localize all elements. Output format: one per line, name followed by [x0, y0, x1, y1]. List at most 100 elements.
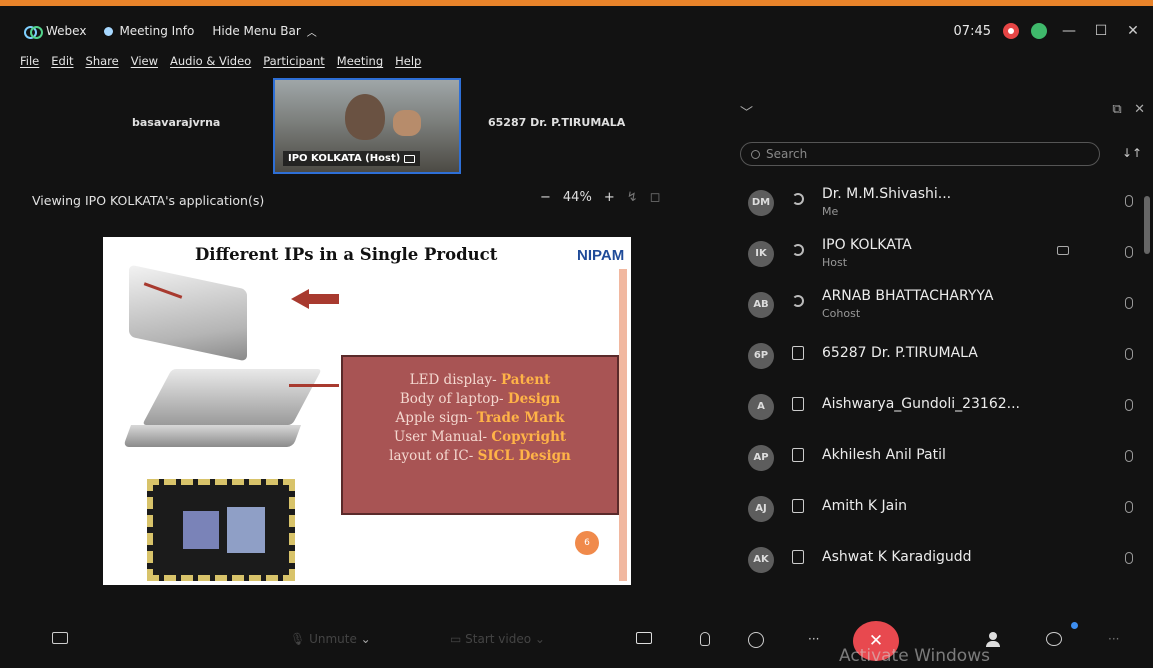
video-tile-host[interactable]: IPO KOLKATA (Host)	[273, 78, 461, 174]
mic-muted-icon[interactable]	[1125, 450, 1133, 462]
participant-row[interactable]: A Aishwarya_Gundoli_23162...	[730, 380, 1145, 431]
sort-icon[interactable]: ↓↑	[1122, 146, 1142, 160]
hide-menu-bar-button[interactable]: Hide Menu Bar ︿	[212, 24, 316, 39]
recording-icon[interactable]	[1003, 23, 1019, 39]
menu-bar: File Edit Share View Audio & Video Parti…	[0, 54, 421, 76]
slide-title: Different IPs in a Single Product	[195, 245, 498, 264]
minimize-icon[interactable]: —	[1059, 23, 1079, 39]
close-icon[interactable]: ✕	[1123, 23, 1143, 39]
menu-audio-video[interactable]: Audio & Video	[170, 54, 251, 76]
mic-muted-icon[interactable]	[1125, 348, 1133, 360]
shared-slide: Different IPs in a Single Product NIPAM …	[103, 237, 631, 585]
avatar: AK	[748, 547, 774, 573]
participant-search-input[interactable]: Search	[740, 142, 1100, 166]
more-panels-icon[interactable]: ···	[1108, 632, 1119, 646]
participants-panel: ﹀ ⧉ ✕ Search ↓↑ DM Dr. M.M.Shivashi... M…	[730, 86, 1153, 606]
ip-line: layout of IC- SICL Design	[389, 448, 571, 464]
webex-logo-icon	[24, 26, 43, 39]
ip-types-box: LED display- Patent Body of laptop- Desi…	[341, 355, 619, 515]
pop-out-icon[interactable]: ◻	[650, 190, 661, 205]
closed-captions-icon[interactable]	[52, 632, 68, 644]
participant-row[interactable]: AB ARNAB BHATTACHARYYA Cohost	[730, 278, 1145, 329]
video-tile-basavarajvrna[interactable]: basavarajvrna	[132, 116, 220, 129]
more-options-icon[interactable]: ···	[808, 632, 819, 646]
mic-muted-icon[interactable]	[1125, 552, 1133, 564]
participant-role: Me	[822, 205, 839, 218]
tile-name: IPO KOLKATA (Host)	[288, 153, 401, 164]
participant-name: ARNAB BHATTACHARYYA	[822, 288, 994, 304]
participant-row[interactable]: DM Dr. M.M.Shivashi... Me	[730, 176, 1145, 227]
viewing-label: Viewing IPO KOLKATA's application(s)	[32, 193, 265, 208]
participant-name: 65287 Dr. P.TIRUMALA	[822, 345, 978, 361]
menu-meeting[interactable]: Meeting	[337, 54, 383, 76]
close-panel-icon[interactable]: ✕	[1134, 102, 1145, 117]
participant-name: Ashwat K Karadigudd	[822, 549, 972, 565]
panel-scrollbar[interactable]	[1144, 196, 1150, 254]
network-status-icon[interactable]	[1031, 23, 1047, 39]
raise-hand-icon[interactable]	[700, 632, 710, 646]
host-name-tag: IPO KOLKATA (Host)	[283, 151, 421, 166]
chat-notification-dot	[1071, 622, 1078, 629]
pop-out-panel-icon[interactable]: ⧉	[1112, 102, 1121, 117]
zoom-out-button[interactable]: −	[540, 190, 551, 205]
slide-page-number: 6	[575, 531, 599, 555]
menu-participant[interactable]: Participant	[263, 54, 325, 76]
sync-icon	[792, 244, 804, 256]
meeting-info-button[interactable]: Meeting Info	[104, 24, 194, 38]
video-strip: basavarajvrna IPO KOLKATA (Host) 65287 D…	[0, 78, 730, 178]
webex-app-menu[interactable]: Webex	[24, 24, 86, 39]
participant-role: Host	[822, 256, 848, 269]
mic-muted-icon[interactable]	[1125, 195, 1133, 207]
arrow-icon	[291, 289, 339, 309]
device-icon	[792, 346, 804, 360]
menu-view[interactable]: View	[131, 54, 158, 76]
maximize-icon[interactable]: ☐	[1091, 23, 1111, 39]
ip-line: LED display- Patent	[409, 372, 551, 388]
participant-video-face	[345, 94, 385, 140]
participant-name: IPO KOLKATA	[822, 237, 912, 253]
menu-file[interactable]: File	[20, 54, 39, 76]
annotate-icon[interactable]: ↯	[627, 190, 638, 205]
search-placeholder: Search	[766, 147, 808, 161]
video-tile-tirumala[interactable]: 65287 Dr. P.TIRUMALA	[488, 116, 625, 129]
title-bar-right: 07:45 — ☐ ✕	[954, 12, 1143, 50]
participants-icon[interactable]	[986, 632, 1000, 648]
ic-chip-image	[147, 479, 295, 581]
participant-name: Aishwarya_Gundoli_23162...	[822, 396, 1020, 412]
participant-row[interactable]: AP Akhilesh Anil Patil	[730, 431, 1145, 482]
mic-icon[interactable]	[1125, 246, 1133, 258]
mute-button[interactable]: 🎙 Unmute ⌄	[290, 632, 371, 646]
participant-name: Amith K Jain	[822, 498, 908, 514]
mic-muted-icon[interactable]	[1125, 501, 1133, 513]
avatar: IK	[748, 241, 774, 267]
mic-icon[interactable]	[1125, 297, 1133, 309]
reactions-icon[interactable]	[748, 632, 764, 648]
title-bar: Webex Meeting Info Hide Menu Bar ︿ 07:45…	[0, 12, 1153, 50]
mic-muted-icon[interactable]	[1125, 399, 1133, 411]
participant-row[interactable]: IK IPO KOLKATA Host	[730, 227, 1145, 278]
hide-menu-label: Hide Menu Bar	[212, 24, 301, 38]
screen-share-icon	[404, 154, 416, 163]
collapse-chevron-icon[interactable]: ﹀	[740, 102, 753, 121]
participant-name: Akhilesh Anil Patil	[822, 447, 946, 463]
video-button[interactable]: ▭ Start video ⌄	[450, 632, 545, 646]
device-icon	[792, 499, 804, 513]
ip-line: User Manual- Copyright	[393, 429, 567, 445]
menu-edit[interactable]: Edit	[51, 54, 73, 76]
share-icon[interactable]	[636, 632, 652, 644]
sync-icon	[792, 193, 804, 205]
arrow-line	[289, 384, 339, 387]
zoom-in-button[interactable]: +	[604, 190, 615, 205]
camera-icon[interactable]	[1057, 246, 1069, 255]
panel-window-controls: ⧉ ✕	[1112, 102, 1145, 121]
chat-icon[interactable]	[1046, 632, 1062, 646]
avatar: AP	[748, 445, 774, 471]
participant-row[interactable]: AK Ashwat K Karadigudd	[730, 533, 1145, 584]
info-icon	[104, 26, 114, 36]
participant-row[interactable]: 6P 65287 Dr. P.TIRUMALA	[730, 329, 1145, 380]
ip-line: Apple sign- Trade Mark	[395, 410, 565, 426]
zoom-controls: − 44% + ↯ ◻	[540, 190, 660, 205]
menu-share[interactable]: Share	[86, 54, 119, 76]
menu-help[interactable]: Help	[395, 54, 421, 76]
participant-row[interactable]: AJ Amith K Jain	[730, 482, 1145, 533]
